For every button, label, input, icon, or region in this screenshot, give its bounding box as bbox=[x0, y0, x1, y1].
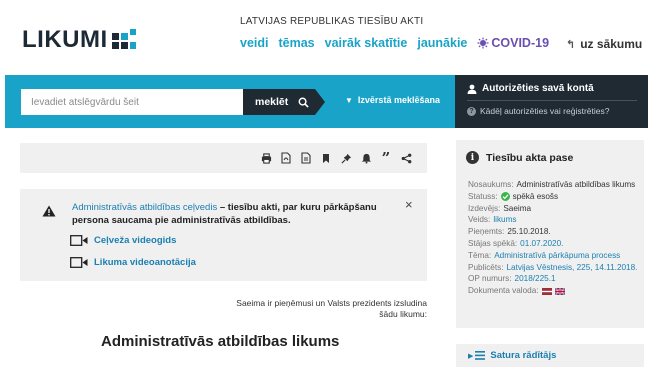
publication-link[interactable]: Latvijas Vēstnesis, 225, 14.11.2018. bbox=[507, 262, 638, 274]
guide-video-label: Ceļveža videogids bbox=[94, 235, 177, 246]
return-arrow-icon: ↰ bbox=[566, 38, 576, 51]
home-link[interactable]: ↰ uz sākumu bbox=[566, 37, 642, 51]
info-icon: i bbox=[466, 151, 479, 164]
auth-divider bbox=[467, 100, 637, 101]
guide-notice: Administratīvās atbildības ceļvedis – ti… bbox=[20, 189, 427, 281]
document-toolbar: ” bbox=[20, 143, 427, 173]
login-label: Autorizēties savā kontā bbox=[482, 83, 594, 94]
passport-row-in-force: Stājas spēkā: 01.07.2020. bbox=[468, 238, 637, 250]
covid-label: COVID-19 bbox=[491, 36, 550, 50]
bell-icon[interactable] bbox=[357, 149, 375, 167]
passport-key: Tēma: bbox=[468, 250, 492, 260]
topic-link[interactable]: Administratīvā pārkāpuma process bbox=[494, 250, 620, 262]
passport-row-status: Statuss: spēkā esošs bbox=[468, 191, 637, 203]
virus-icon bbox=[477, 37, 489, 49]
flag-lv-icon[interactable] bbox=[541, 287, 552, 295]
nav-item-temas[interactable]: tēmas bbox=[279, 36, 315, 50]
pin-icon[interactable] bbox=[337, 149, 355, 167]
list-icon bbox=[475, 351, 486, 360]
nav-item-veidi[interactable]: veidi bbox=[240, 36, 269, 50]
top-navigation: veidi tēmas vairāk skatītie jaunākie COV… bbox=[240, 36, 559, 50]
act-passport: i Tiesību akta pase Nosaukums: Administr… bbox=[456, 140, 644, 328]
document-title: Administratīvās atbildības likums bbox=[101, 333, 340, 350]
toc-panel: ▶ Satura rādītājs bbox=[456, 344, 644, 367]
type-link[interactable]: likums bbox=[493, 214, 516, 226]
flag-en-icon[interactable] bbox=[554, 287, 565, 295]
in-force-date-link[interactable]: 01.07.2020. bbox=[520, 238, 563, 250]
print-icon[interactable] bbox=[257, 149, 275, 167]
pdf-icon[interactable] bbox=[277, 149, 295, 167]
passport-key: Stājas spēkā: bbox=[468, 238, 518, 248]
warning-icon bbox=[42, 205, 56, 217]
passport-value: Saeima bbox=[503, 203, 532, 213]
passport-row-op-number: OP numurs: 2018/225.1 bbox=[468, 273, 637, 285]
site-logo[interactable]: LIKUMI bbox=[22, 26, 142, 54]
bookmark-icon[interactable] bbox=[317, 149, 335, 167]
login-link[interactable]: Autorizēties savā kontā bbox=[467, 83, 594, 94]
video-camera-icon bbox=[70, 235, 88, 246]
passport-key: Publicēts: bbox=[468, 262, 504, 272]
document-icon[interactable] bbox=[297, 149, 315, 167]
passport-key: Veids: bbox=[468, 215, 491, 225]
caret-down-icon: ▼ bbox=[345, 95, 353, 105]
passport-key: Izdevējs: bbox=[468, 203, 501, 213]
help-icon: ? bbox=[467, 106, 476, 116]
passport-key: Statuss: bbox=[468, 191, 498, 201]
passport-key: OP numurs: bbox=[468, 274, 512, 284]
passport-row-name: Nosaukums: Administratīvās atbildības li… bbox=[468, 179, 637, 191]
passport-key: Dokumenta valoda: bbox=[468, 286, 539, 296]
passport-value: Administratīvās atbildības likums bbox=[516, 180, 636, 189]
video-camera-icon bbox=[70, 257, 88, 268]
logo-mark-icon bbox=[111, 29, 142, 51]
passport-row-published: Publicēts: Latvijas Vēstnesis, 225, 14.1… bbox=[468, 262, 637, 274]
passport-key: Pieņemts: bbox=[468, 227, 505, 237]
guide-link[interactable]: Administratīvās atbildības ceļvedis bbox=[72, 202, 217, 213]
nav-item-newest[interactable]: jaunākie bbox=[417, 36, 467, 50]
passport-rows: Nosaukums: Administratīvās atbildības li… bbox=[468, 179, 637, 297]
enactment-formula: Saeima ir pieņēmusi un Valsts prezidents… bbox=[236, 298, 427, 319]
user-icon bbox=[467, 84, 477, 94]
law-video-label: Likuma videoanotācija bbox=[94, 257, 196, 268]
share-icon[interactable] bbox=[397, 149, 415, 167]
passport-heading-label: Tiesību akta pase bbox=[486, 151, 574, 164]
notice-text: Administratīvās atbildības ceļvedis – ti… bbox=[72, 201, 402, 227]
search-button-label: meklēt bbox=[255, 96, 289, 108]
site-tagline: LATVIJAS REPUBLIKAS TIESĪBU AKTI bbox=[240, 16, 424, 27]
passport-heading: i Tiesību akta pase bbox=[466, 151, 573, 164]
status-check-icon bbox=[500, 192, 510, 202]
auth-panel: Autorizēties savā kontā ? Kādēļ autorizē… bbox=[455, 75, 648, 128]
passport-key: Nosaukums: bbox=[468, 180, 514, 189]
quote-icon[interactable]: ” bbox=[377, 149, 395, 167]
search-band: meklēt ▼ Izvērstā meklēšana bbox=[5, 75, 455, 128]
nav-item-covid[interactable]: COVID-19 bbox=[477, 36, 549, 50]
passport-row-topic: Tēma: Administratīvā pārkāpuma process bbox=[468, 250, 637, 262]
search-button[interactable]: meklēt bbox=[243, 89, 315, 115]
passport-value: 25.10.2018. bbox=[507, 227, 551, 237]
caret-right-icon: ▶ bbox=[468, 352, 474, 360]
close-icon[interactable]: × bbox=[405, 197, 413, 212]
home-link-label: uz sākumu bbox=[580, 37, 643, 51]
search-input[interactable] bbox=[21, 89, 243, 115]
status-badge: spēkā esošs bbox=[512, 191, 559, 201]
passport-row-language: Dokumenta valoda: bbox=[468, 285, 637, 297]
nav-item-most-viewed[interactable]: vairāk skatītie bbox=[325, 36, 408, 50]
op-number-link[interactable]: 2018/225.1 bbox=[515, 273, 556, 285]
passport-row-type: Veids: likums bbox=[468, 214, 637, 226]
toc-link[interactable]: ▶ Satura rādītājs bbox=[468, 350, 556, 361]
law-video-link[interactable]: Likuma videoanotācija bbox=[70, 257, 196, 268]
logo-text: LIKUMI bbox=[22, 26, 108, 53]
advanced-search-toggle[interactable]: ▼ Izvērstā meklēšana bbox=[345, 95, 440, 105]
passport-row-issuer: Izdevējs: Saeima bbox=[468, 203, 637, 215]
passport-row-adopted: Pieņemts: 25.10.2018. bbox=[468, 226, 637, 238]
search-icon bbox=[298, 97, 309, 108]
toc-label: Satura rādītājs bbox=[490, 350, 557, 361]
auth-help-label: Kādēļ autorizēties vai reģistrēties? bbox=[480, 106, 610, 116]
guide-video-link[interactable]: Ceļveža videogids bbox=[70, 235, 176, 246]
auth-help-link[interactable]: ? Kādēļ autorizēties vai reģistrēties? bbox=[467, 106, 609, 116]
advanced-search-label: Izvērstā meklēšana bbox=[357, 95, 440, 105]
search-button-arrow bbox=[315, 89, 325, 115]
